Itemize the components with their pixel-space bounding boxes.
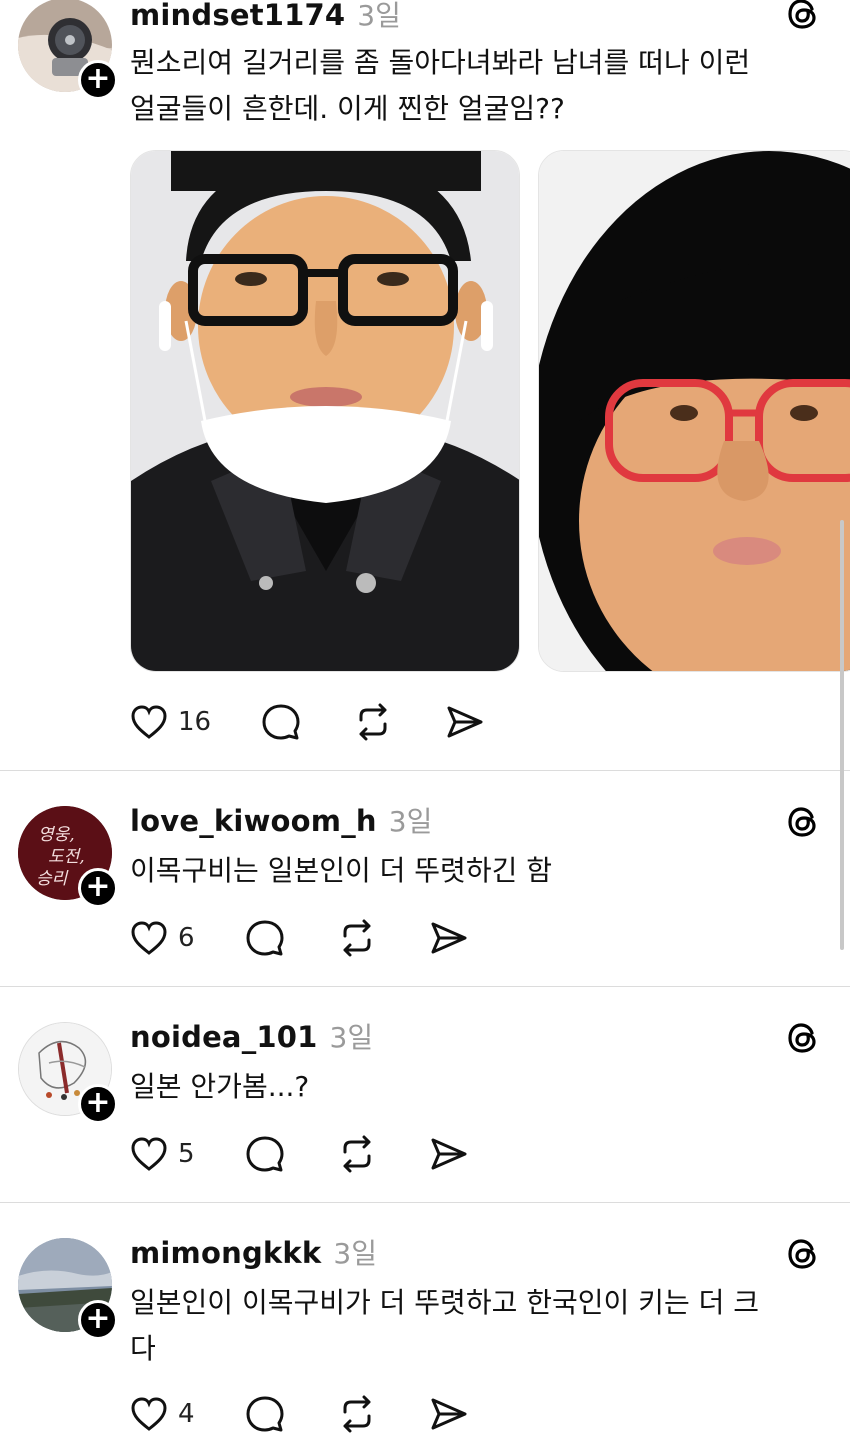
timestamp: 3일	[333, 1237, 377, 1270]
timestamp: 3일	[388, 805, 433, 838]
avatar-calligraphy-text: 영웅,	[38, 825, 75, 845]
comment-icon	[246, 1396, 284, 1432]
post-text-line: 뭔소리여 길거리를 좀 돌아다녀봐라 남녀를 떠나 이런	[130, 46, 751, 79]
send-icon	[431, 1398, 467, 1430]
threads-icon[interactable]	[786, 804, 822, 840]
like-button[interactable]: 5	[130, 1136, 195, 1172]
send-icon	[447, 706, 483, 738]
post-text-line: 일본 안가봄...?	[130, 1070, 310, 1103]
timestamp: 3일	[357, 0, 401, 32]
like-count: 5	[178, 1139, 195, 1169]
comment-icon	[246, 1136, 284, 1172]
post-noidea_101: + noidea_101 3일 일본 안가봄...? 5	[0, 1002, 850, 1202]
username[interactable]: mindset1174	[130, 0, 345, 32]
post-header: love_kiwoom_h 3일	[130, 800, 432, 840]
heart-icon	[131, 1397, 167, 1431]
post-divider	[0, 986, 850, 987]
post-body: 이목구비는 일본인이 더 뚜렷하긴 함	[130, 848, 820, 894]
reply-button[interactable]	[245, 1394, 285, 1434]
like-button[interactable]: 6	[130, 920, 195, 956]
post-text-line: 다	[130, 1332, 156, 1365]
repost-icon	[343, 1135, 371, 1173]
action-bar: 6	[130, 916, 469, 960]
avatar-calligraphy-text: 승리	[36, 869, 69, 889]
avatar-wrap[interactable]: 영웅, 도전, 승리 +	[18, 806, 118, 908]
media-carousel[interactable]	[130, 150, 850, 672]
repost-icon	[359, 703, 387, 741]
send-icon	[431, 1138, 467, 1170]
reply-button[interactable]	[245, 918, 285, 958]
like-button[interactable]: 16	[130, 704, 211, 740]
scrollbar[interactable]	[840, 520, 844, 950]
post-image-2[interactable]	[538, 150, 850, 672]
send-icon	[431, 922, 467, 954]
follow-button[interactable]: +	[78, 60, 118, 100]
repost-button[interactable]	[337, 918, 377, 958]
share-button[interactable]	[445, 702, 485, 742]
action-bar: 5	[130, 1132, 469, 1176]
threads-icon[interactable]	[786, 1020, 822, 1056]
post-love_kiwoom_h: 영웅, 도전, 승리 + love_kiwoom_h 3일 이목구비는 일본인이…	[0, 786, 850, 986]
avatar-wrap[interactable]: +	[18, 1238, 118, 1340]
timestamp: 3일	[329, 1021, 374, 1054]
repost-button[interactable]	[337, 1134, 377, 1174]
username[interactable]: noidea_101	[130, 1020, 318, 1054]
heart-icon	[131, 705, 167, 739]
reply-button[interactable]	[261, 702, 301, 742]
like-button[interactable]: 4	[130, 1396, 195, 1432]
avatar-wrap[interactable]: +	[18, 1022, 118, 1124]
heart-icon	[131, 921, 167, 955]
post-body: 일본 안가봄...?	[130, 1064, 820, 1110]
follow-button[interactable]: +	[78, 1300, 118, 1340]
post-header: noidea_101 3일	[130, 1016, 373, 1056]
comment-icon	[246, 920, 284, 956]
post-body: 일본인이 이목구비가 더 뚜렷하고 한국인이 키는 더 크 다	[130, 1280, 820, 1372]
follow-button[interactable]: +	[78, 868, 118, 908]
comment-icon	[262, 704, 300, 740]
post-header: mindset1174 3일	[130, 0, 401, 34]
repost-icon	[343, 1395, 371, 1433]
like-count: 16	[178, 707, 212, 737]
like-count: 6	[178, 923, 195, 953]
post-divider	[0, 770, 850, 771]
post-mimongkkk: + mimongkkk 3일 일본인이 이목구비가 더 뚜렷하고 한국인이 키는…	[0, 1218, 850, 1440]
share-button[interactable]	[429, 918, 469, 958]
post-text-line: 일본인이 이목구비가 더 뚜렷하고 한국인이 키는 더 크	[130, 1286, 760, 1319]
heart-icon	[131, 1137, 167, 1171]
post-image-1[interactable]	[130, 150, 520, 672]
action-bar: 16	[130, 700, 485, 744]
username[interactable]: love_kiwoom_h	[130, 804, 377, 838]
follow-button[interactable]: +	[78, 1084, 118, 1124]
threads-icon[interactable]	[786, 1236, 822, 1272]
reply-button[interactable]	[245, 1134, 285, 1174]
repost-icon	[343, 919, 371, 957]
threads-icon[interactable]	[786, 0, 822, 32]
like-count: 4	[178, 1399, 195, 1429]
share-button[interactable]	[429, 1394, 469, 1434]
avatar-wrap[interactable]: +	[18, 0, 118, 100]
post-mindset1174: + mindset1174 3일 뭔소리여 길거리를 좀 돌아다녀봐라 남녀를 …	[0, 0, 850, 770]
repost-button[interactable]	[353, 702, 393, 742]
post-body: 뭔소리여 길거리를 좀 돌아다녀봐라 남녀를 떠나 이런 얼굴들이 흔한데. 이…	[130, 40, 820, 132]
post-divider	[0, 1202, 850, 1203]
post-text-line: 이목구비는 일본인이 더 뚜렷하긴 함	[130, 854, 553, 887]
username[interactable]: mimongkkk	[130, 1236, 321, 1270]
action-bar: 4	[130, 1392, 469, 1436]
post-text-line: 얼굴들이 흔한데. 이게 찐한 얼굴임??	[130, 92, 565, 125]
repost-button[interactable]	[337, 1394, 377, 1434]
share-button[interactable]	[429, 1134, 469, 1174]
post-header: mimongkkk 3일	[130, 1232, 377, 1272]
avatar-calligraphy-text: 도전,	[48, 847, 85, 867]
